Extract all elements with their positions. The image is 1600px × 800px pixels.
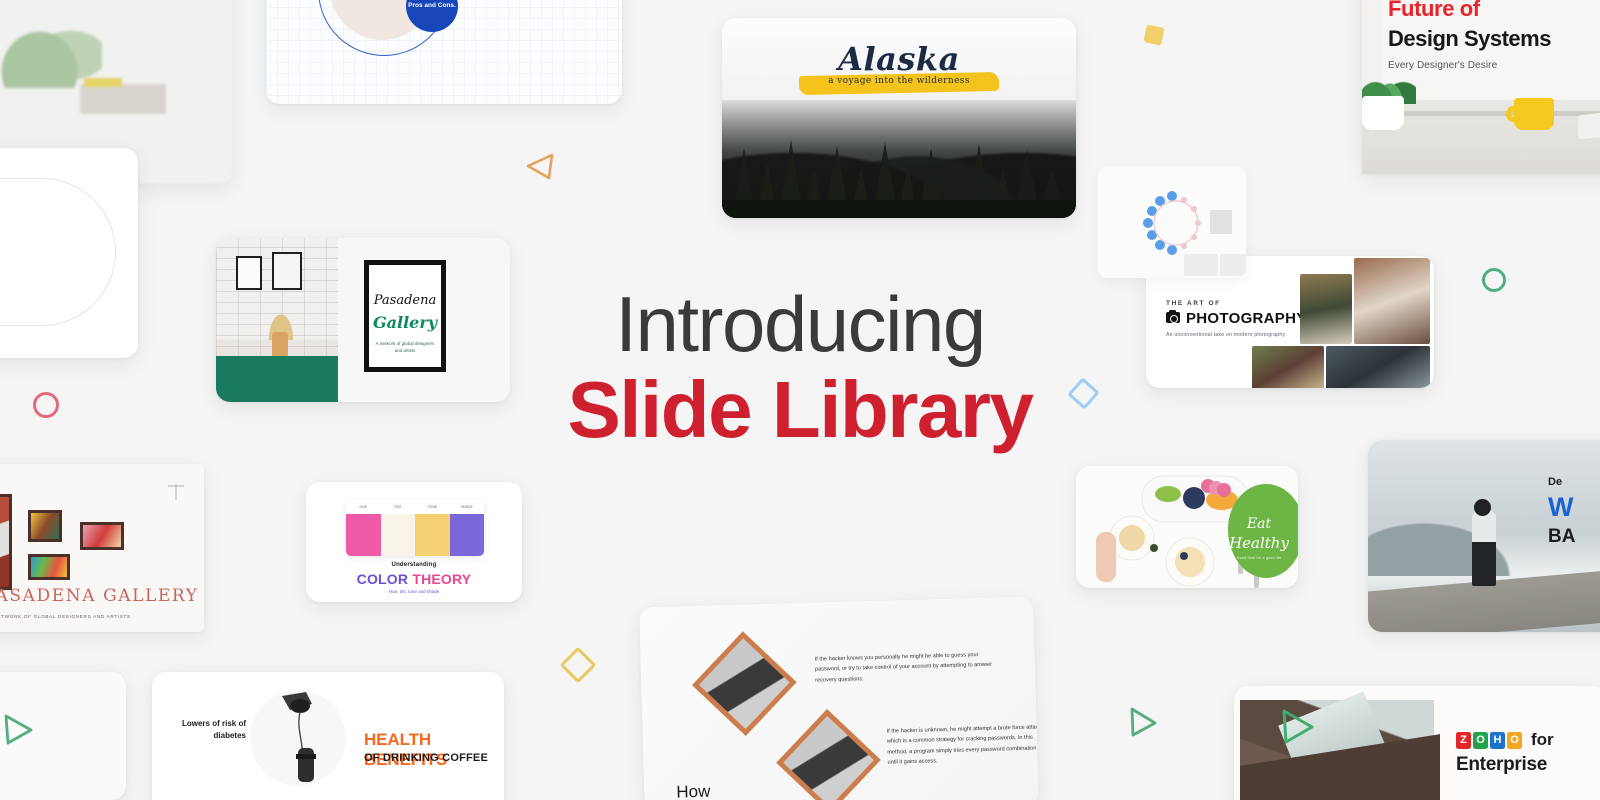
password-paragraph-1: If the hacker knows you personally he mi… bbox=[814, 652, 993, 684]
square-yellow-top-icon bbox=[1143, 24, 1165, 46]
plant-pot bbox=[1362, 96, 1404, 130]
artwork-5 bbox=[28, 554, 70, 580]
person-figure bbox=[1472, 510, 1496, 586]
zoho-letter-o2: O bbox=[1507, 731, 1522, 749]
wander-line2: W bbox=[1548, 492, 1573, 522]
yellow-book-illustration bbox=[84, 78, 122, 87]
slide-thumbnail-schools[interactable]: Pros and Cons. in Schools bbox=[266, 0, 622, 104]
zoho-for-word: for bbox=[1531, 730, 1554, 749]
color-title-b: THEORY bbox=[412, 571, 472, 587]
triangle-green-zoho-icon bbox=[1282, 709, 1314, 744]
coffee-note: Lowers of risk of diabetes bbox=[181, 719, 246, 740]
slide-thumbnail-color-theory[interactable]: HUE TINT TONE SHADE Understanding COLOR … bbox=[306, 482, 522, 602]
eat-line1: Eat bbox=[1246, 516, 1272, 532]
slide-thumbnail-passwords[interactable]: If the hacker knows you personally he mi… bbox=[639, 596, 1039, 800]
square-yellow-icon bbox=[559, 646, 597, 684]
design-line2: Design Systems bbox=[1388, 26, 1551, 51]
zoho-enterprise-word: Enterprise bbox=[1456, 754, 1547, 775]
swatch-label: HUE bbox=[346, 500, 381, 514]
swatch-label: TONE bbox=[415, 500, 450, 514]
artwork-6 bbox=[80, 522, 124, 550]
pasadena-art-title: PASADENA GALLERY bbox=[0, 586, 199, 606]
slide-thumbnail-pasadena-art[interactable]: PASADENA GALLERY A NETWORK OF GLOBAL DES… bbox=[0, 464, 204, 632]
circular-dot-chart bbox=[1143, 191, 1246, 276]
wander-line1: De bbox=[1548, 476, 1563, 488]
coffee-subtitle: OF DRINKING COFFEE bbox=[364, 752, 488, 764]
swatch-chip bbox=[380, 514, 415, 556]
alaska-title: Alaska bbox=[838, 40, 960, 78]
person-head bbox=[1474, 499, 1491, 516]
zoho-letter-o1: O bbox=[1473, 731, 1488, 749]
color-title-a: COLOR bbox=[356, 571, 413, 587]
slide-library-hero-banner: Pros and Cons. in Schools Alaska a voyag… bbox=[0, 0, 1600, 800]
swatch-shade: SHADE bbox=[449, 500, 484, 556]
triangle-green-small-icon bbox=[4, 714, 33, 745]
eat-tagline: Good food for a good life bbox=[1236, 556, 1282, 560]
hero-headline: Introducing Slide Library bbox=[0, 285, 1600, 457]
swatch-chip bbox=[449, 514, 484, 556]
books-illustration bbox=[80, 84, 166, 114]
color-swatch-group: HUE TINT TONE SHADE bbox=[346, 500, 484, 556]
triangle-orange-icon bbox=[526, 153, 554, 180]
zoho-letter-z: Z bbox=[1456, 731, 1471, 749]
slide-thumbnail-alaska[interactable]: Alaska a voyage into the wilderness bbox=[722, 18, 1076, 218]
color-kicker: Understanding bbox=[391, 562, 437, 568]
swatch-label: SHADE bbox=[449, 500, 484, 514]
swatch-chip bbox=[415, 514, 450, 556]
coffee-title: HEALTH BENEFITS bbox=[364, 730, 448, 769]
crop-mark-icon bbox=[168, 484, 184, 500]
pine-trees-illustration bbox=[722, 140, 1076, 218]
zoho-logo: Z O H O for bbox=[1456, 730, 1554, 750]
alaska-subtitle: a voyage into the wilderness bbox=[828, 76, 970, 86]
swatch-tint: TINT bbox=[380, 500, 415, 556]
slide-thumbnail-eat-healthy[interactable]: Eat Healthy Good food for a good life bbox=[1076, 466, 1298, 588]
artwork-3 bbox=[0, 494, 12, 590]
slide-thumbnail-coffee[interactable]: Lowers of risk of diabetes HEALTH BENEFI… bbox=[152, 672, 504, 800]
slide-thumbnail-design-systems[interactable]: Future of Design Systems Every Designer'… bbox=[1362, 0, 1600, 174]
architecture-photo bbox=[1240, 691, 1440, 800]
pasadena-art-subtitle: A NETWORK OF GLOBAL DESIGNERS AND ARTIST… bbox=[0, 614, 131, 619]
coffee-pour-illustration bbox=[282, 692, 316, 782]
design-line1: Future of bbox=[1388, 0, 1480, 21]
slide-thumbnail-wander[interactable]: De W BA bbox=[1368, 440, 1600, 632]
swatch-chip bbox=[346, 514, 381, 556]
swatch-hue: HUE bbox=[346, 500, 381, 556]
color-tagline: Hue, tint, tone and shade bbox=[388, 589, 440, 594]
headline-introducing: Introducing bbox=[615, 280, 986, 368]
artwork-4 bbox=[28, 510, 62, 542]
headline-slide-library: Slide Library bbox=[567, 365, 1034, 454]
swatch-label: TINT bbox=[380, 500, 415, 514]
mountain-shape bbox=[1368, 506, 1538, 576]
eat-line2: Healthy bbox=[1229, 534, 1289, 552]
password-paragraph-2: If the hacker is unknown, he might attem… bbox=[886, 724, 1039, 766]
swatch-tone: TONE bbox=[415, 500, 450, 556]
yellow-mug bbox=[1514, 98, 1554, 130]
password-heading-line1: How bbox=[676, 781, 711, 800]
wander-line3: BA bbox=[1548, 526, 1576, 547]
plant-illustration bbox=[0, 6, 102, 88]
triangle-green-icon bbox=[1130, 707, 1157, 737]
slide-thumbnail-dot-diagram[interactable] bbox=[1098, 166, 1246, 278]
color-title: COLOR THEORY bbox=[306, 571, 522, 587]
zoho-letter-h: H bbox=[1490, 731, 1505, 749]
